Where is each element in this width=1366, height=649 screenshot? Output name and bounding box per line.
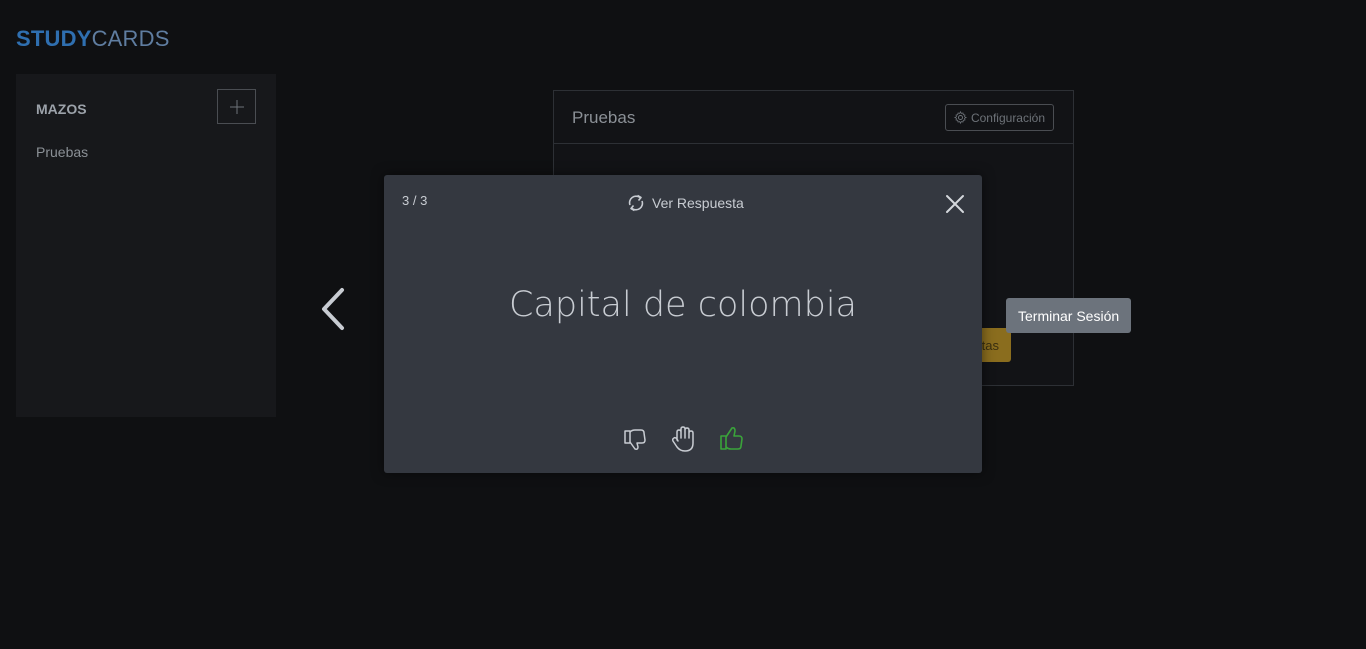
previous-card-button[interactable] (318, 286, 350, 332)
close-icon (946, 195, 964, 213)
sidebar-title: MAZOS (36, 101, 87, 117)
flip-label: Ver Respuesta (652, 195, 744, 211)
thumbs-down-icon (624, 429, 646, 450)
card-counter: 3 / 3 (402, 193, 428, 208)
decks-sidebar: MAZOS Pruebas (16, 74, 276, 417)
logo-bold: STUDY (16, 26, 92, 51)
gear-icon (953, 111, 967, 124)
rate-easy-button[interactable] (718, 425, 746, 453)
sidebar-item-pruebas[interactable]: Pruebas (36, 144, 88, 160)
flashcard: 3 / 3 Ver Respuesta Capital de colombia (384, 175, 982, 473)
refresh-icon (628, 194, 644, 212)
config-label: Configuración (970, 110, 1045, 125)
app-logo[interactable]: STUDYCARDS (16, 26, 170, 52)
logo-light: CARDS (91, 26, 170, 51)
close-button[interactable] (945, 194, 965, 214)
deck-panel-title: Pruebas (572, 108, 636, 127)
add-deck-button[interactable] (217, 89, 256, 124)
config-button[interactable]: Configuración (944, 104, 1054, 131)
hand-icon (671, 426, 694, 452)
logout-tooltip: Terminar Sesión (1006, 298, 1132, 333)
rate-hard-button[interactable] (622, 426, 648, 452)
card-question: Capital de colombia (508, 285, 857, 325)
chevron-left-icon (322, 288, 344, 330)
flip-card-button[interactable]: Ver Respuesta (626, 193, 744, 213)
rating-controls (622, 425, 746, 453)
plus-icon (229, 99, 244, 114)
rate-medium-button[interactable] (670, 425, 696, 453)
deck-panel-header: Pruebas Configuración (554, 91, 1073, 144)
thumbs-up-icon (720, 427, 743, 450)
